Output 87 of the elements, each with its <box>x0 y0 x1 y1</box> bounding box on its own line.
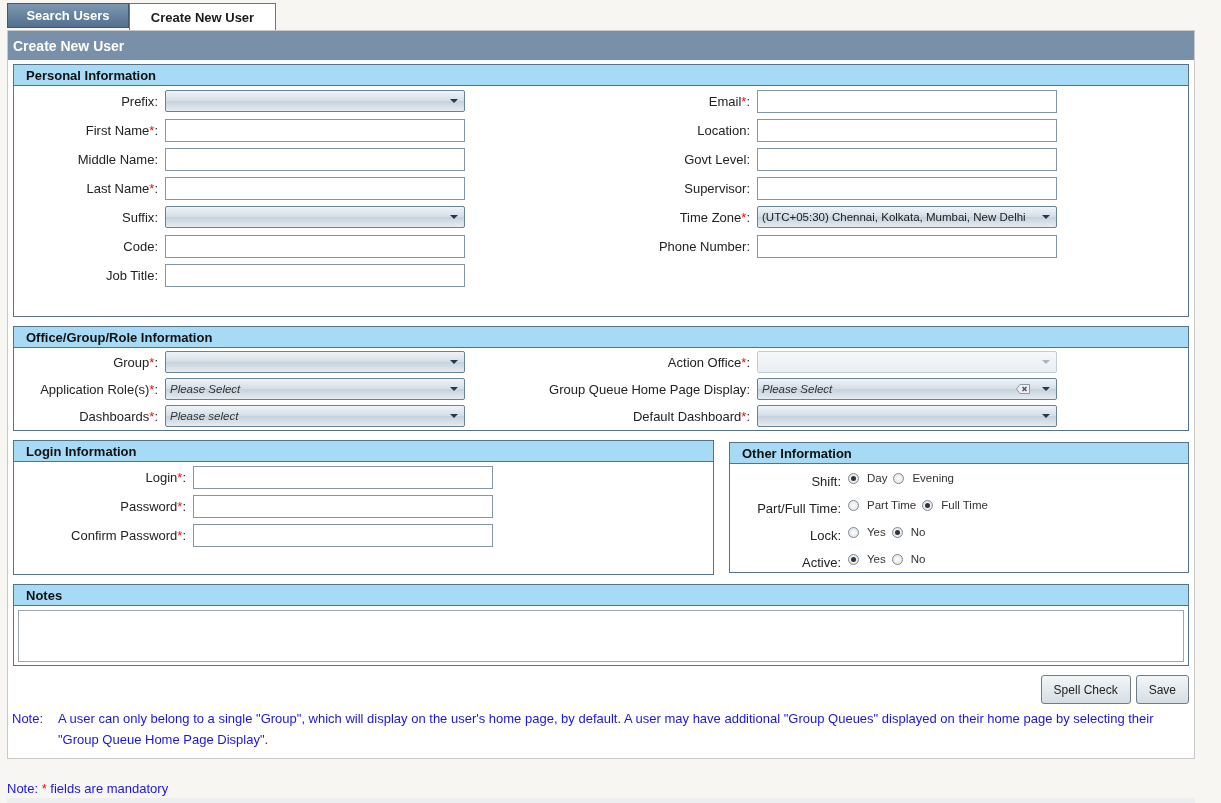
dropdown[interactable] <box>165 351 465 373</box>
section-header: Other Information <box>730 443 1188 464</box>
text-field[interactable] <box>165 234 465 258</box>
radio-label[interactable]: Yes <box>867 526 886 538</box>
field-label: First Name*: <box>84 122 159 138</box>
radio-label[interactable]: Part Time <box>867 499 917 511</box>
radio-label[interactable]: No <box>910 526 926 538</box>
field-label: Govt Level: <box>683 151 751 167</box>
caret-icon <box>450 414 458 418</box>
caret-icon <box>1042 414 1050 418</box>
field-label: Password*: <box>119 498 187 514</box>
radio-button[interactable] <box>848 526 859 538</box>
field-label: Location: <box>696 122 751 138</box>
radio-button[interactable] <box>848 553 859 565</box>
text-field[interactable] <box>193 494 493 518</box>
text-field[interactable] <box>757 89 1057 113</box>
field-label: Action Office*: <box>666 354 751 370</box>
field-label: Supervisor: <box>683 180 751 196</box>
radio-button[interactable] <box>922 499 934 511</box>
field-label: Prefix: <box>120 93 159 109</box>
panel-title: Create New User <box>8 31 1194 60</box>
field-label: Group Queue Home Page Display: <box>548 381 751 397</box>
radio-label[interactable]: Yes <box>867 553 886 565</box>
field-label: Middle Name: <box>76 151 159 167</box>
section-header: Login Information <box>14 441 713 462</box>
dropdown[interactable]: Please Select <box>757 378 1057 400</box>
tab[interactable]: Create New User <box>129 3 276 30</box>
field-label: Code: <box>122 238 159 254</box>
radio-button[interactable] <box>848 499 859 511</box>
field-label: Default Dashboard*: <box>631 408 751 424</box>
dropdown[interactable]: (UTC+05:30) Chennai, Kolkata, Mumbai, New Delhi <box>757 206 1057 228</box>
field-label: Job Title: <box>104 267 159 283</box>
radio-label[interactable]: Evening <box>912 472 954 484</box>
radio-label[interactable]: Day <box>867 472 888 484</box>
field-label: Application Role(s)*: <box>39 381 159 397</box>
field-label: Part/Full Time: <box>756 499 842 516</box>
caret-icon <box>450 387 458 391</box>
text-field[interactable] <box>165 147 465 171</box>
radio-button[interactable] <box>891 553 903 565</box>
clear-icon[interactable] <box>1016 384 1030 394</box>
note-text: A user can only belong to a single "Group", which will display on the user's home page, by default. A user may have additional "Group Queues" displayed on their home page by selecting their "Group Queue Home Page Display". <box>58 710 1155 749</box>
field-label: Confirm Password*: <box>70 527 187 543</box>
radio-label[interactable]: No <box>910 553 926 565</box>
field-label: Login*: <box>144 469 187 485</box>
field-label: Shift: <box>810 472 842 489</box>
section-header: Notes <box>14 585 1188 606</box>
caret-icon <box>1042 215 1050 219</box>
caret-icon <box>1042 360 1050 364</box>
field-label: Phone Number: <box>657 238 751 254</box>
field-label: Time Zone*: <box>678 209 751 225</box>
text-field[interactable] <box>165 118 465 142</box>
text-field[interactable] <box>165 176 465 200</box>
radio-button[interactable] <box>891 526 903 538</box>
dropdown[interactable] <box>165 206 465 228</box>
radio-button[interactable] <box>893 472 905 484</box>
action-button[interactable]: Save <box>1135 675 1189 704</box>
section-header: Personal Information <box>14 65 1188 86</box>
text-field[interactable] <box>757 147 1057 171</box>
field-label: Lock: <box>808 526 842 543</box>
text-field[interactable] <box>165 263 465 287</box>
text-field[interactable] <box>193 523 493 547</box>
field-label: Dashboards*: <box>78 408 159 424</box>
field-label: Active: <box>801 553 842 570</box>
field-label: Suffix: <box>121 209 159 225</box>
field-label: Email*: <box>707 93 751 109</box>
caret-icon <box>450 215 458 219</box>
tab[interactable]: Search Users <box>7 3 129 28</box>
text-field[interactable] <box>757 176 1057 200</box>
radio-button[interactable] <box>848 472 859 484</box>
dropdown[interactable] <box>757 405 1057 427</box>
mandatory-note: Note: * fields are mandatory <box>7 781 170 796</box>
caret-icon <box>450 99 458 103</box>
section-header: Office/Group/Role Information <box>14 327 1188 348</box>
field-label: Last Name*: <box>85 180 159 196</box>
field-label: Group*: <box>112 354 159 370</box>
caret-icon <box>1042 387 1050 391</box>
dropdown[interactable]: Please select <box>165 405 465 427</box>
caret-icon <box>450 360 458 364</box>
radio-label[interactable]: Full Time <box>941 499 988 511</box>
notes-field[interactable] <box>18 610 1184 662</box>
dropdown[interactable] <box>165 90 465 112</box>
text-field[interactable] <box>193 465 493 489</box>
action-button[interactable]: Spell Check <box>1040 675 1131 704</box>
text-field[interactable] <box>757 118 1057 142</box>
text-field[interactable] <box>757 234 1057 258</box>
dropdown[interactable]: Please Select <box>165 378 465 400</box>
note-label: Note: <box>12 710 45 728</box>
